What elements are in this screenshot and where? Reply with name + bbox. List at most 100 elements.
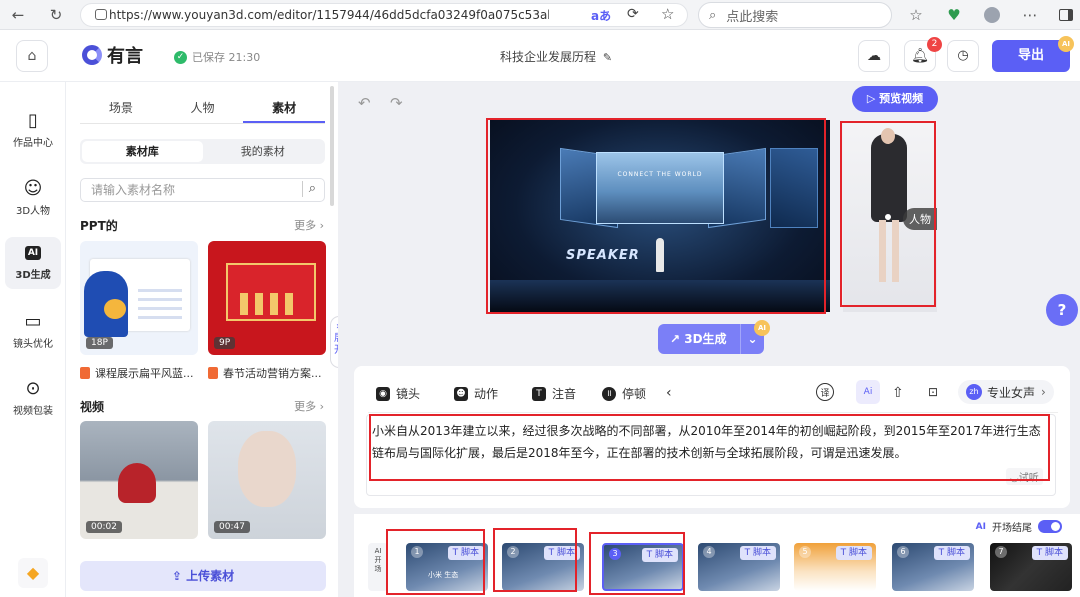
diamond-icon: ◆ — [26, 563, 40, 582]
more-text: 更多 — [294, 400, 317, 413]
address-bar[interactable]: https://www.youyan3d.com/editor/1157944/… — [80, 3, 688, 27]
favorites-icon[interactable]: ☆ — [906, 5, 926, 25]
tool-phonetic[interactable]: T 注音 — [532, 385, 576, 402]
ai-icon: AI — [24, 245, 42, 260]
undo-icon[interactable]: ↶ — [358, 94, 371, 112]
help-label: ? — [1057, 301, 1067, 319]
sidebar-toggle-icon[interactable] — [1056, 5, 1076, 25]
edit-icon[interactable]: ✎ — [603, 51, 612, 64]
timeline-frame-4[interactable]: 4 T 脚本 — [698, 543, 780, 591]
frame-number: 4 — [703, 546, 715, 558]
play-icon: ▷ — [866, 92, 876, 105]
frame-number: 5 — [799, 546, 811, 558]
tool-camera[interactable]: ◉ 镜头 — [376, 385, 420, 402]
material-search-placeholder: 请输入素材名称 — [91, 183, 176, 197]
import-text-icon[interactable]: ⊡ — [928, 385, 938, 399]
doc-title[interactable]: 科技企业发展历程 ✎ — [500, 48, 612, 65]
frame-number: 7 — [995, 546, 1007, 558]
duration-badge: 00:02 — [86, 521, 122, 533]
segment-library[interactable]: 素材库 — [82, 141, 203, 162]
search-icon: ⌕ — [709, 7, 717, 23]
timeline-frame-5[interactable]: 5 T 脚本 — [794, 543, 876, 591]
voice-selector[interactable]: zh 专业女声 › — [958, 380, 1054, 404]
cloud-download-button[interactable]: ☁ — [858, 40, 890, 72]
nav-item-works[interactable]: ▯ 作品中心 — [5, 104, 61, 156]
site-info-icon[interactable] — [95, 9, 107, 20]
refresh-page-icon[interactable]: ⟳ — [627, 6, 639, 22]
logo[interactable]: 有言 — [82, 42, 143, 68]
timeline-frame-7[interactable]: 7 T 脚本 — [990, 543, 1072, 591]
ai-opening-card[interactable]: AI开场 — [368, 543, 388, 591]
browser-toolbar: ← ↻ https://www.youyan3d.com/editor/1157… — [0, 0, 1080, 30]
translate-icon[interactable]: 译 — [816, 383, 834, 401]
tools-prev-arrow[interactable]: ‹ — [666, 385, 672, 401]
segment-my-material[interactable]: 我的素材 — [203, 141, 324, 162]
browser-search[interactable]: ⌕ 点此搜索 — [698, 2, 892, 28]
upload-icon: ⇪ — [171, 569, 187, 583]
favorite-icon[interactable]: ☆ — [661, 5, 674, 23]
back-icon[interactable]: ← — [8, 5, 28, 25]
vip-button[interactable]: ◆ — [18, 558, 48, 588]
material-search-input[interactable]: 请输入素材名称 ⌕ — [80, 178, 325, 202]
ppt-thumb-2[interactable]: 9P — [208, 241, 326, 355]
timeline-frame-6[interactable]: 6 T 脚本 — [892, 543, 974, 591]
upload-label: 上传素材 — [186, 569, 235, 583]
opening-label: 开场结尾 — [992, 523, 1032, 534]
script-tag-label: 脚本 — [752, 548, 771, 558]
highlight-script — [369, 414, 1050, 481]
help-button[interactable]: ? — [1046, 294, 1078, 326]
upload-material-button[interactable]: ⇪ 上传素材 — [80, 561, 326, 591]
preview-label: 预览视频 — [879, 92, 924, 105]
tab-person[interactable]: 人物 — [162, 94, 244, 123]
nav-item-package[interactable]: ⊙ 视频包装 — [5, 372, 61, 424]
ppt-file-icon — [208, 367, 218, 379]
notification-badge: 2 — [927, 37, 942, 52]
history-button[interactable]: ◷ — [947, 40, 979, 72]
nav-item-camera[interactable]: ▭ 镜头优化 — [5, 305, 61, 357]
tab-material[interactable]: 素材 — [243, 94, 326, 123]
voice-label: 专业女声 — [987, 385, 1036, 400]
more-icon[interactable]: ⋯ — [1020, 5, 1040, 25]
search-icon[interactable]: ⌕ — [301, 181, 316, 197]
ppt-caption-text: 课程展示扁平风蓝... — [95, 367, 194, 380]
video-thumb-1[interactable]: 00:02 — [80, 421, 198, 539]
video-more-link[interactable]: 更多 › — [294, 398, 324, 414]
tool-label: 动作 — [474, 387, 499, 401]
script-tag: T 脚本 — [835, 546, 872, 560]
url-text: https://www.youyan3d.com/editor/1157944/… — [109, 8, 549, 22]
ppt-more-link[interactable]: 更多 › — [294, 217, 324, 233]
video-thumb-2[interactable]: 00:47 — [208, 421, 326, 539]
notification-button[interactable]: 🔔︎ 2 — [904, 37, 942, 72]
video-title-text: 视频 — [80, 400, 105, 414]
ppt-section-title: PPT的 — [80, 217, 118, 234]
highlight-person — [840, 121, 936, 307]
ppt-caption-2: 春节活动营销方案... — [208, 365, 326, 381]
ai-badge: AI — [1058, 36, 1074, 52]
frame-number: 6 — [897, 546, 909, 558]
generate-label: 3D生成 — [684, 332, 727, 346]
generate-3d-button[interactable]: ↗ 3D生成 ⌄ AI — [658, 320, 770, 354]
preview-video-button[interactable]: ▷ 预览视频 — [852, 86, 938, 112]
opening-toggle[interactable] — [1038, 520, 1062, 533]
export-button[interactable]: 导出 AI — [992, 36, 1074, 72]
ppt-title-text: PPT的 — [80, 219, 118, 233]
nav-item-3d-generate[interactable]: AI 3D生成 — [5, 237, 61, 289]
highlight-frame-3 — [589, 532, 685, 595]
history-icon: ◷ — [957, 48, 969, 63]
ppt-thumb-1[interactable]: 18P — [80, 241, 198, 355]
reload-icon[interactable]: ↻ — [46, 5, 66, 25]
share-icon[interactable]: ⇧ — [892, 385, 904, 401]
tool-action[interactable]: ☻ 动作 — [454, 385, 498, 402]
ppt-thumb-lines — [138, 283, 182, 319]
nav-item-3d-person[interactable]: ☺ 3D人物 — [5, 172, 61, 224]
read-aloud-icon[interactable]: aあ — [591, 7, 611, 24]
tool-pause[interactable]: ॥ 停顿 — [602, 385, 646, 402]
tab-scene[interactable]: 场景 — [80, 94, 162, 123]
extension-icon[interactable]: ♥ — [944, 5, 964, 25]
profile-icon[interactable] — [982, 5, 1002, 25]
redo-icon[interactable]: ↷ — [390, 94, 403, 112]
home-button[interactable]: ⌂ — [16, 40, 48, 72]
script-tag: T 脚本 — [1031, 546, 1068, 560]
panel-scrollbar[interactable] — [330, 86, 334, 206]
ai-assist-icon[interactable]: Ai — [856, 380, 880, 404]
